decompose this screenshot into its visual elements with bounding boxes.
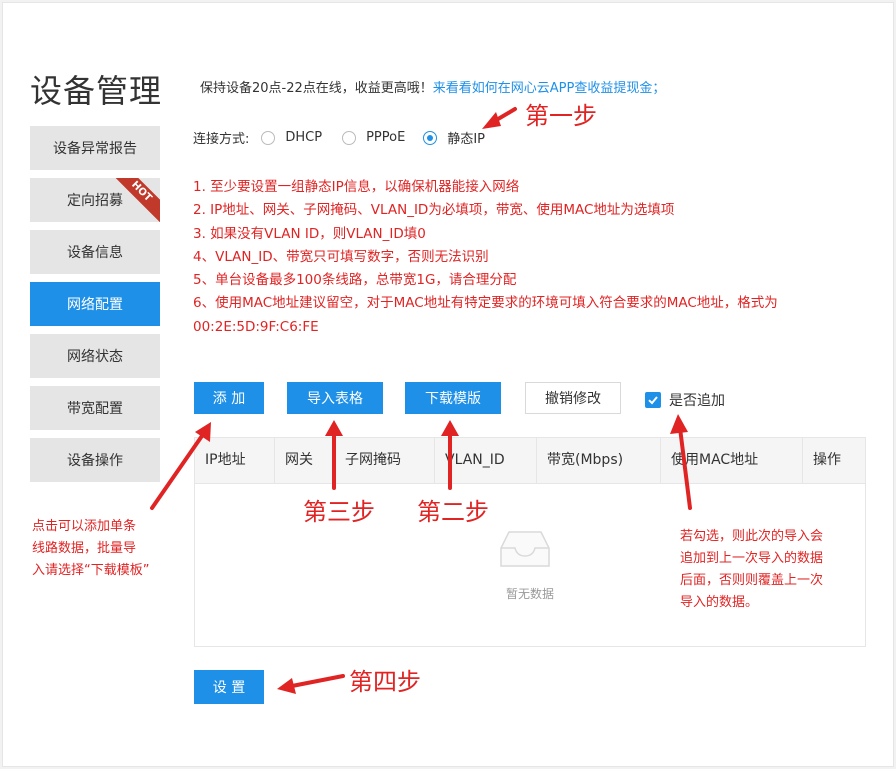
arrow-icon [277,674,345,694]
arrows-overlay [150,107,692,694]
arrow-icon [670,414,692,510]
arrow-icon [150,422,211,510]
arrow-icon [325,420,343,490]
arrow-icon [441,420,459,490]
arrow-icon [482,107,517,129]
